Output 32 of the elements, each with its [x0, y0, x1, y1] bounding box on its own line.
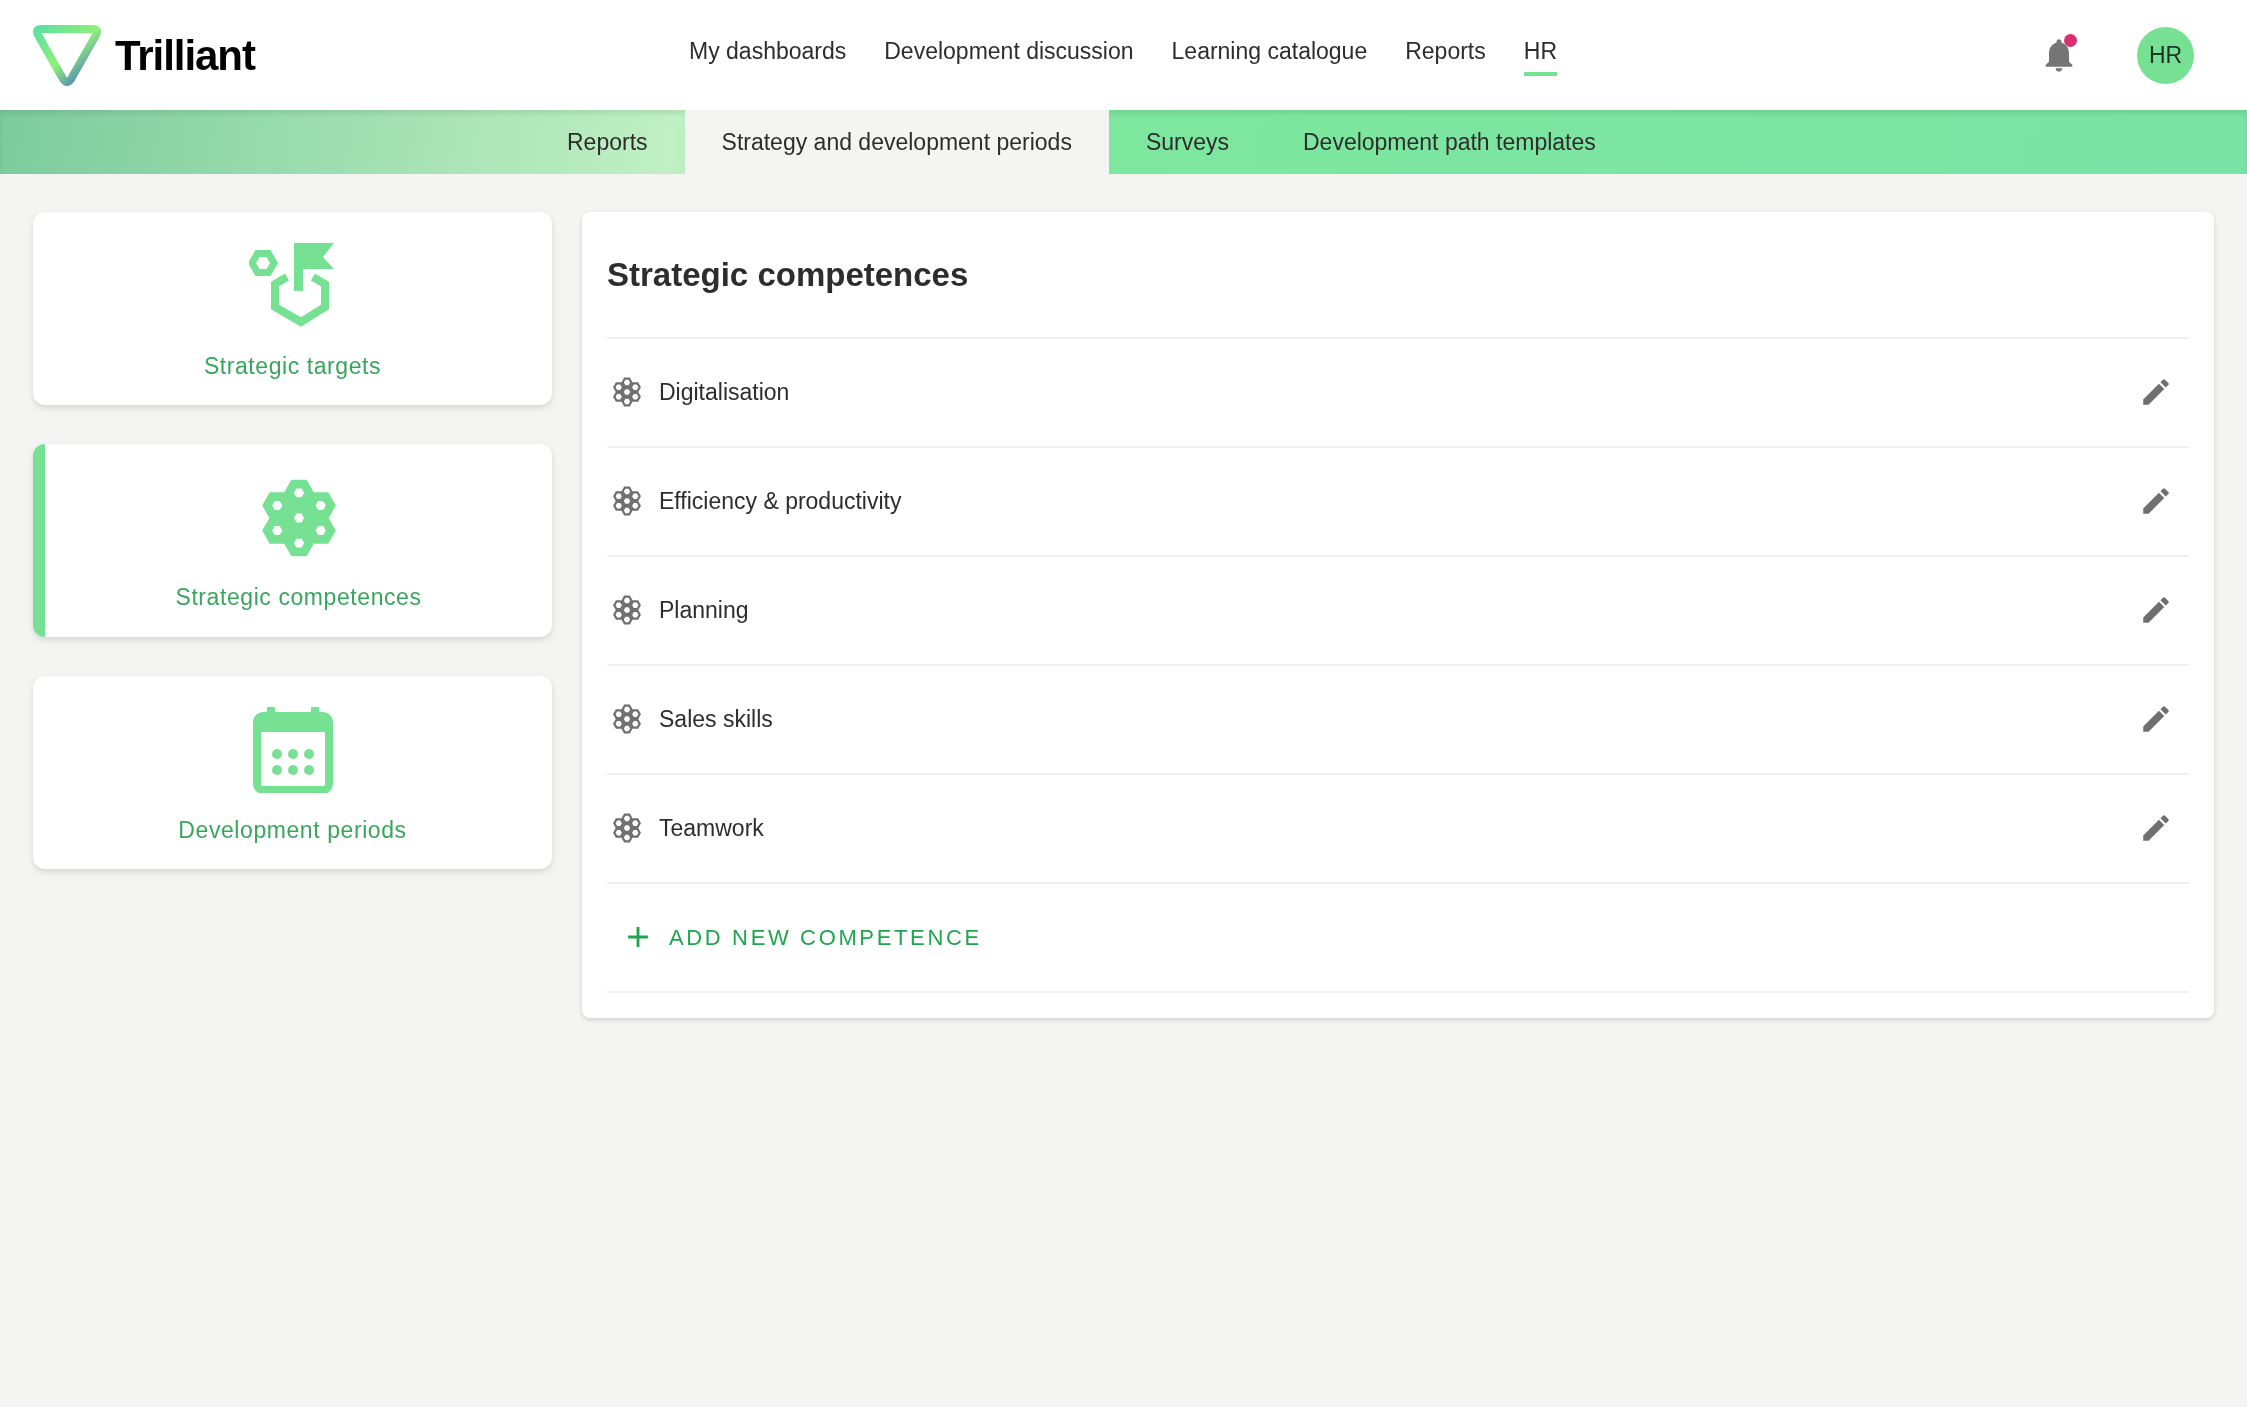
sub-nav-tab[interactable]: Surveys: [1108, 110, 1266, 174]
nav-link[interactable]: Learning catalogue: [1171, 33, 1368, 77]
hexagon-cluster-icon: [611, 594, 643, 626]
competence-row[interactable]: Teamwork: [607, 774, 2189, 884]
sub-nav-tab[interactable]: Development path templates: [1266, 110, 1633, 174]
nav-link[interactable]: Development discussion: [884, 33, 1134, 77]
triangle-logo-icon: [33, 23, 101, 87]
competence-name: Efficiency & productivity: [659, 486, 902, 516]
hexagon-cluster-icon: [611, 812, 643, 844]
brand-name: Trilliant: [115, 30, 255, 81]
nav-link[interactable]: HR: [1523, 33, 1557, 77]
nav-link[interactable]: Reports: [1405, 33, 1486, 77]
competence-row[interactable]: Efficiency & productivity: [607, 447, 2189, 557]
user-avatar[interactable]: HR: [2137, 26, 2194, 84]
hexagon-cluster-icon: [611, 703, 643, 735]
hexagon-cluster-icon: [611, 376, 643, 408]
nav-link[interactable]: My dashboards: [689, 33, 847, 77]
competence-row[interactable]: Planning: [607, 556, 2189, 666]
competence-name: Planning: [659, 595, 749, 625]
sub-nav-tab[interactable]: Strategy and development periods: [684, 110, 1109, 174]
sub-nav-tab[interactable]: Reports: [530, 110, 685, 174]
card-label: Development periods: [178, 816, 407, 846]
competence-row[interactable]: Sales skills: [607, 665, 2189, 775]
hexagon-cluster-icon: [611, 485, 643, 517]
competence-name: Teamwork: [659, 813, 764, 843]
calendar-icon: [252, 707, 333, 794]
card-label: Strategic competences: [175, 583, 422, 613]
competence-row[interactable]: Digitalisation: [607, 338, 2189, 448]
panel-title: Strategic competences: [607, 250, 2189, 339]
card-label: Strategic targets: [203, 352, 382, 382]
competence-name: Sales skills: [659, 704, 773, 734]
competence-name: Digitalisation: [659, 377, 790, 407]
